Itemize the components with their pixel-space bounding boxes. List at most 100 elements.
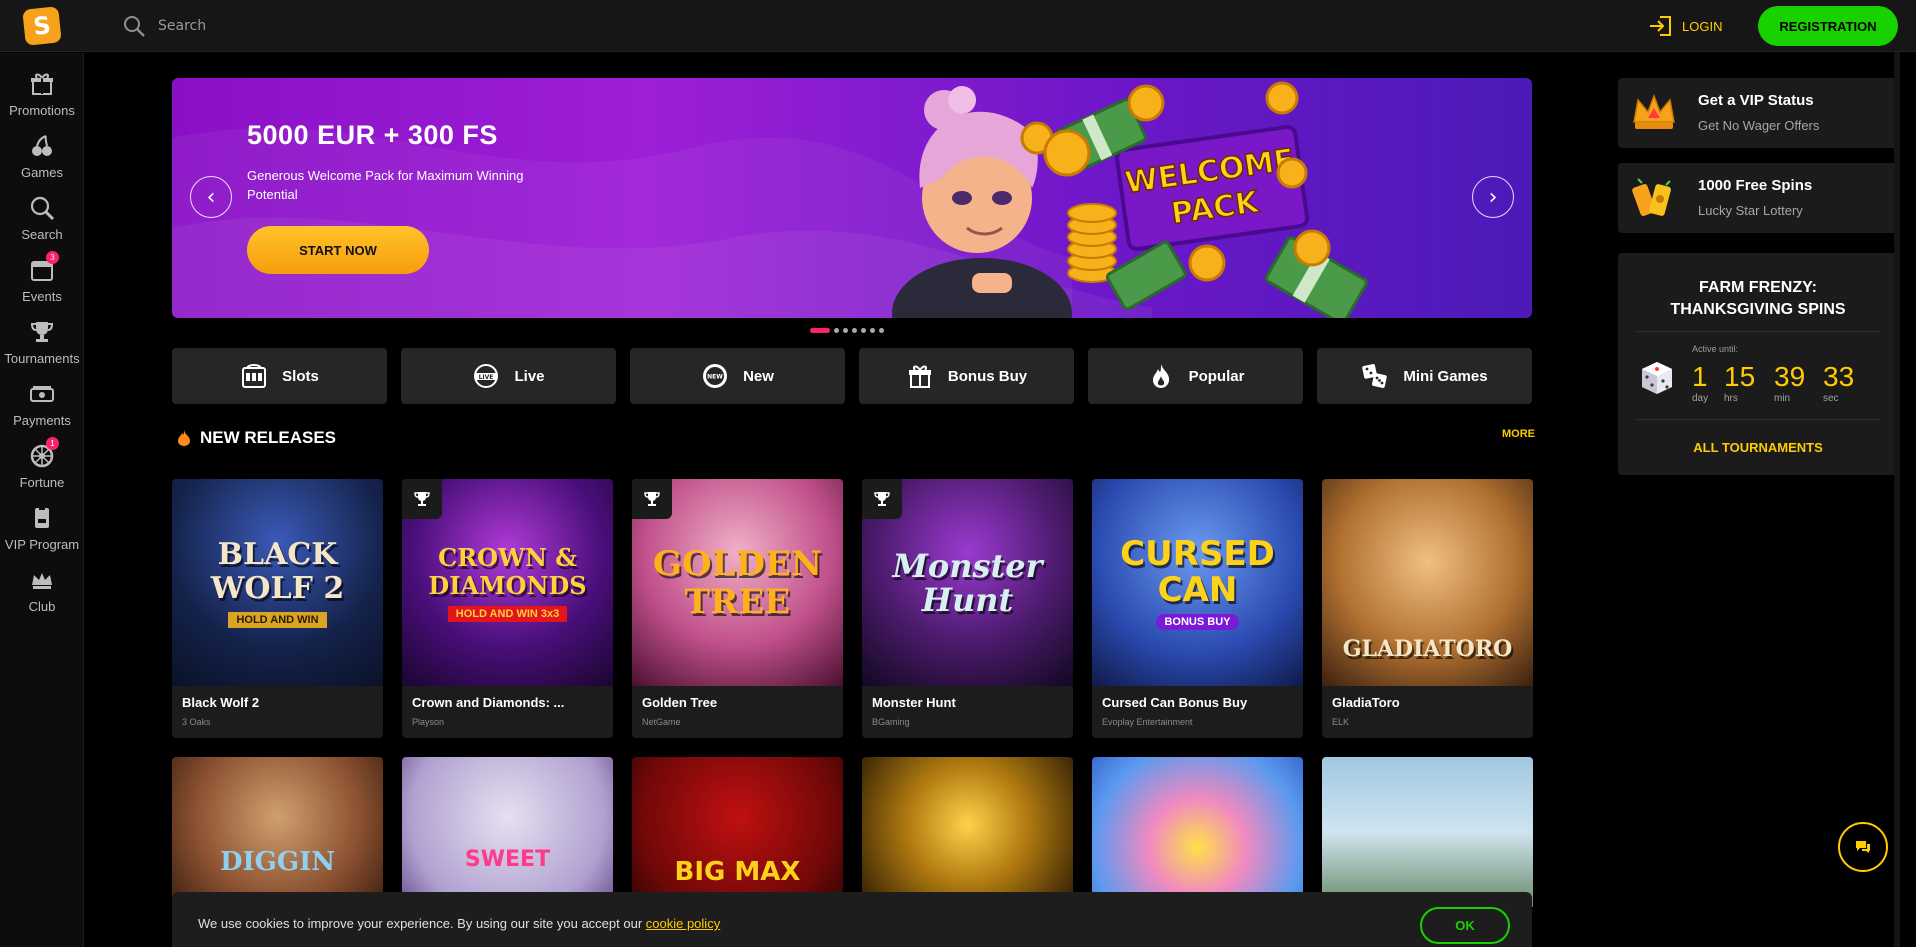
search-field[interactable]: Search [122, 13, 206, 39]
logo[interactable]: S [22, 6, 62, 46]
pagination-dot[interactable] [843, 328, 848, 333]
sidebar-item-vip-program[interactable]: VIP Program [0, 505, 84, 552]
sidebar-item-label: Tournaments [4, 351, 80, 366]
game-card-crown-and-diamonds[interactable]: CROWN & DIAMONDS HOLD AND WIN 3x3 Crown … [402, 479, 613, 738]
game-name: Monster Hunt [872, 695, 956, 710]
category-popular[interactable]: Popular [1088, 348, 1303, 404]
cookie-policy-link[interactable]: cookie policy [646, 916, 720, 931]
dice-icon [1362, 364, 1388, 388]
sidebar-item-games[interactable]: Games [0, 133, 84, 180]
timer-value: 15 [1724, 361, 1756, 392]
sidebar-item-label: Promotions [9, 103, 75, 118]
banner-prev-button[interactable]: ‹ [190, 176, 232, 218]
category-new[interactable]: NEW New [630, 348, 845, 404]
game-card[interactable]: DIGGIN [172, 757, 383, 907]
game-card-gladiatoro[interactable]: GLADIATORO GladiaToro ELK [1322, 479, 1533, 738]
tournament-badge [632, 479, 672, 519]
sidebar-item-promotions[interactable]: Promotions [0, 71, 84, 118]
cookie-text: We use cookies to improve your experienc… [198, 916, 720, 931]
sidebar-item-label: Search [21, 227, 63, 242]
game-name: Golden Tree [642, 695, 718, 710]
crown-icon [32, 573, 52, 589]
sidebar: Promotions Games Search 3 Events Tournam… [0, 53, 84, 947]
game-art-title: BLACK WOLF 2 [210, 536, 345, 606]
game-art-title: SWEET [464, 847, 551, 872]
game-card[interactable]: SWEET [402, 757, 613, 907]
game-card[interactable] [1092, 757, 1303, 907]
game-card-cursed-can[interactable]: CURSED CAN BONUS BUY Cursed Can Bonus Bu… [1092, 479, 1303, 738]
pagination-dot[interactable] [879, 328, 884, 333]
fortune-badge: 1 [46, 437, 59, 450]
divider [1636, 419, 1880, 420]
sidebar-item-payments[interactable]: Payments [0, 381, 84, 428]
sidebar-item-label: Events [22, 289, 62, 304]
sidebar-item-club[interactable]: Club [0, 567, 84, 614]
sidebar-item-label: Payments [13, 413, 71, 428]
promo-banner[interactable]: 5000 EUR + 300 FS Generous Welcome Pack … [172, 78, 1532, 318]
trophy-icon [644, 492, 660, 506]
sidebar-item-events[interactable]: 3 Events [0, 251, 84, 304]
free-spins-subtitle: Lucky Star Lottery [1698, 203, 1803, 218]
trophy-icon [874, 492, 890, 506]
sidebar-item-label: Club [28, 599, 56, 614]
game-card[interactable] [862, 757, 1073, 907]
category-mini-games[interactable]: Mini Games [1317, 348, 1532, 404]
login-label: LOGIN [1682, 18, 1723, 34]
game-name: Black Wolf 2 [182, 695, 260, 710]
flame-icon [1152, 364, 1169, 388]
all-tournaments-link[interactable]: ALL TOURNAMENTS [1618, 440, 1898, 455]
start-now-button[interactable]: START NOW [247, 226, 429, 274]
free-spins-card[interactable]: 1000 Free Spins Lucky Star Lottery [1618, 163, 1898, 233]
pagination-dot[interactable] [834, 328, 839, 333]
game-provider: NetGame [642, 717, 681, 727]
pagination-dot[interactable] [861, 328, 866, 333]
game-name: Cursed Can Bonus Buy [1102, 695, 1248, 710]
registration-button[interactable]: REGISTRATION [1758, 6, 1898, 46]
search-icon [124, 16, 145, 37]
section-header: NEW RELEASES [176, 428, 336, 448]
game-thumbnail: CURSED CAN BONUS BUY [1092, 479, 1303, 686]
game-card-monster-hunt[interactable]: Monster Hunt Monster Hunt BGaming [862, 479, 1073, 738]
category-slots[interactable]: Slots [172, 348, 387, 404]
game-thumbnail: GLADIATORO [1322, 479, 1533, 686]
login-button[interactable]: LOGIN [1648, 15, 1722, 37]
pagination-dot-active[interactable] [810, 328, 830, 333]
timer-unit: sec [1823, 393, 1839, 404]
tournament-title: FARM FRENZY: THANKSGIVING SPINS [1618, 277, 1898, 321]
tournament-card: FARM FRENZY: THANKSGIVING SPINS Active u… [1618, 253, 1898, 475]
more-link[interactable]: MORE [1502, 428, 1535, 440]
chat-icon [1856, 841, 1870, 853]
sidebar-item-tournaments[interactable]: Tournaments [0, 319, 84, 366]
game-provider: Playson [412, 717, 445, 727]
scrollbar[interactable] [1892, 52, 1902, 947]
category-live[interactable]: LIVE Live [401, 348, 616, 404]
timer-unit: day [1692, 393, 1709, 404]
svg-text:LIVE: LIVE [479, 374, 494, 381]
cookie-ok-button[interactable]: OK [1420, 907, 1510, 944]
banner-title: 5000 EUR + 300 FS [247, 120, 498, 150]
timer-hours: 15 hrs [1724, 361, 1756, 405]
sidebar-item-search[interactable]: Search [0, 195, 84, 242]
vip-status-card[interactable]: Get a VIP Status Get No Wager Offers [1618, 78, 1898, 148]
sidebar-item-label: VIP Program [4, 537, 80, 552]
category-label: Live [514, 367, 545, 385]
game-provider: BGaming [872, 717, 910, 727]
game-provider: ELK [1332, 717, 1350, 727]
category-bonus-buy[interactable]: Bonus Buy [859, 348, 1074, 404]
sidebar-item-fortune[interactable]: 1 Fortune [0, 437, 84, 490]
chat-button[interactable] [1838, 822, 1888, 872]
sidebar-item-label: Games [21, 165, 63, 180]
game-card-black-wolf-2[interactable]: BLACK WOLF 2 HOLD AND WIN Black Wolf 2 3… [172, 479, 383, 738]
game-card[interactable]: BIG MAX [632, 757, 843, 907]
sidebar-item-label: Fortune [19, 475, 65, 490]
slot-machine-icon [242, 364, 267, 388]
cookie-banner: We use cookies to improve your experienc… [172, 892, 1532, 947]
game-card-golden-tree[interactable]: GOLDEN TREE Golden Tree NetGame [632, 479, 843, 738]
category-bar: Slots LIVE Live NEW New Bonus Buy Popula… [172, 348, 1532, 404]
game-card[interactable] [1322, 757, 1533, 907]
cookie-message: We use cookies to improve your experienc… [198, 916, 646, 931]
pagination-dot[interactable] [852, 328, 857, 333]
category-label: Popular [1188, 367, 1245, 385]
pagination-dot[interactable] [870, 328, 875, 333]
game-art-title: GOLDEN TREE [652, 543, 823, 622]
